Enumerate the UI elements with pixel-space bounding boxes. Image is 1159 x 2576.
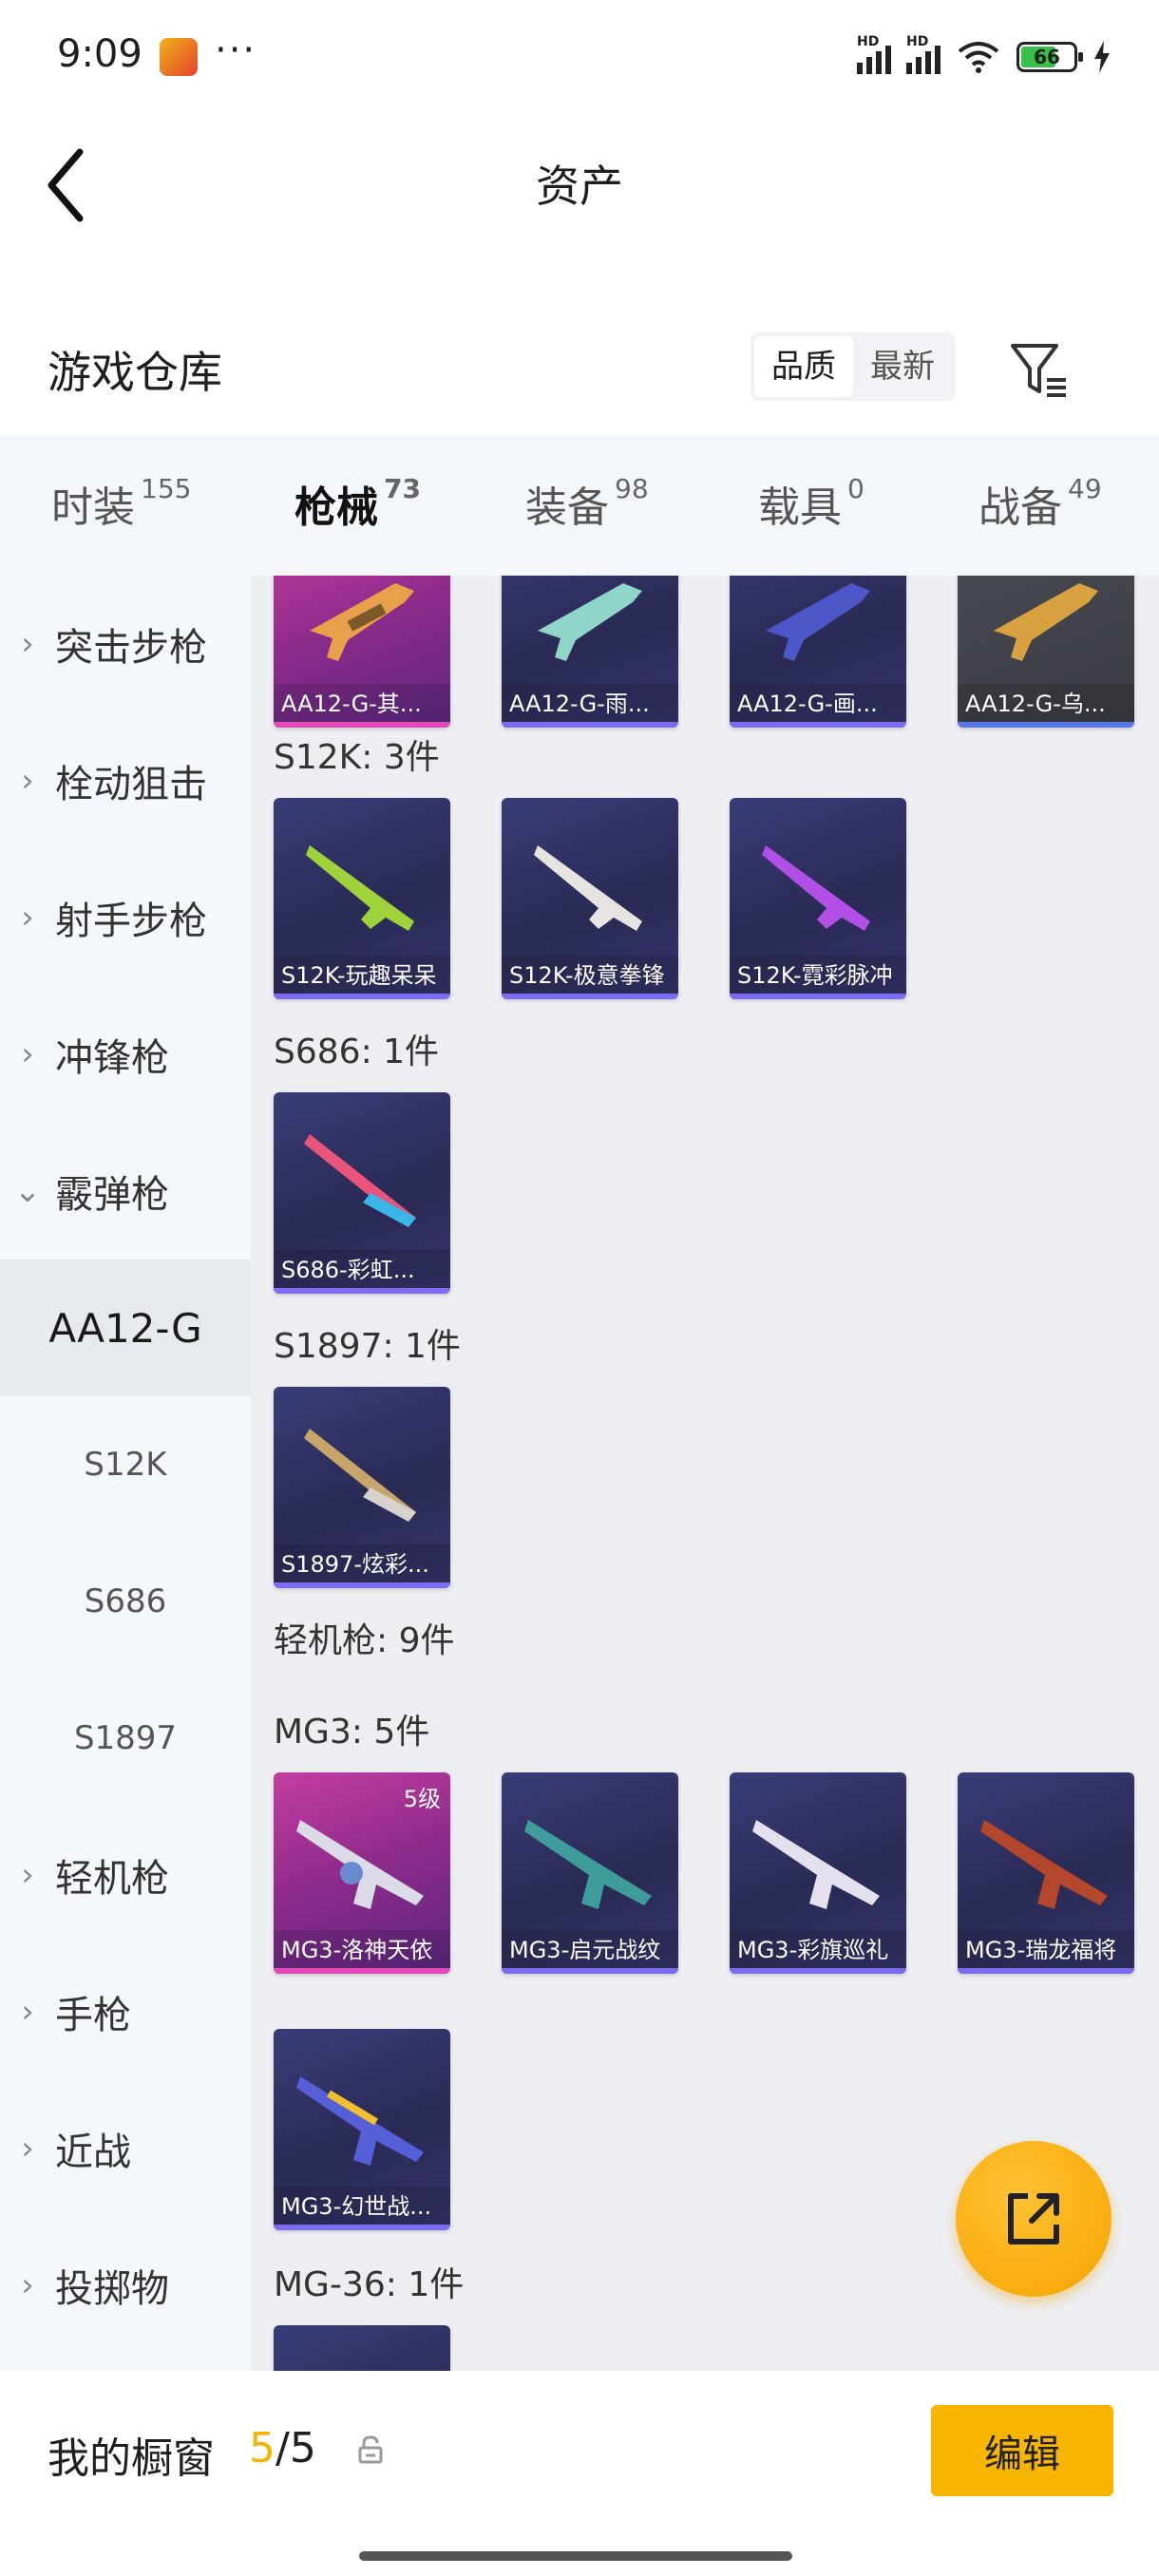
shotgun-icon: [994, 583, 1098, 661]
machine-gun-icon: [752, 1820, 880, 1909]
sidebar-subitem-s1897[interactable]: S1897: [0, 1670, 251, 1807]
weapon-card[interactable]: S12K-霓彩脉冲: [730, 798, 906, 999]
chevron-right-icon: ›: [21, 1856, 34, 1894]
filter-icon[interactable]: [1007, 338, 1070, 401]
sidebar-item-melee[interactable]: › 近战: [0, 2080, 251, 2217]
lock-icon: [358, 2435, 383, 2464]
chevron-right-icon: ›: [21, 1993, 34, 2031]
chevron-right-icon: ›: [21, 899, 34, 937]
sort-toggle: 品质 最新: [750, 332, 956, 401]
machine-gun-icon: [296, 2076, 424, 2166]
chevron-right-icon: ›: [21, 1035, 34, 1073]
weapon-card[interactable]: MG3-彩旗巡礼: [730, 1772, 906, 1974]
weapon-card[interactable]: S1897-炫彩...: [274, 1387, 450, 1588]
weapon-card[interactable]: AA12-G-雨...: [502, 576, 678, 728]
shotgun-icon: [534, 845, 642, 931]
shotgun-icon: [766, 583, 870, 661]
shotgun-icon: [304, 1429, 416, 1522]
weapon-card[interactable]: AA12-G-乌...: [958, 576, 1134, 728]
status-bar: 9:09 ··· HD HD 66: [0, 0, 1159, 104]
share-fab-button[interactable]: [956, 2141, 1112, 2297]
chevron-right-icon: ›: [21, 762, 34, 800]
sidebar-subitem-s12k[interactable]: S12K: [0, 1396, 251, 1533]
showcase-bar: 我的橱窗 5/5 编辑: [0, 2371, 1159, 2576]
section-header-lmg: 轻机枪: 9件: [274, 1621, 455, 1660]
tab-fashion[interactable]: 时装 155: [51, 473, 191, 534]
section-header-s12k: S12K: 3件: [274, 738, 440, 777]
tab-vehicles[interactable]: 载具 0: [758, 473, 864, 534]
sidebar-subitem-s686[interactable]: S686: [0, 1533, 251, 1670]
chevron-right-icon: ›: [21, 2266, 34, 2304]
machine-gun-icon: [980, 1820, 1108, 1909]
sidebar-item-assault-rifle[interactable]: › 突击步枪: [0, 576, 251, 712]
status-more-icon: ···: [215, 28, 257, 72]
sidebar-item-bolt-sniper[interactable]: › 栓动狙击: [0, 712, 251, 849]
showcase-label: 我的橱窗: [48, 2434, 215, 2483]
signal-icon-2: HD: [906, 34, 940, 74]
shotgun-icon: [762, 845, 870, 931]
section-header-s686: S686: 1件: [274, 1032, 440, 1071]
edit-button[interactable]: 编辑: [931, 2405, 1113, 2496]
charging-icon: [1094, 41, 1110, 73]
weapon-card[interactable]: S12K-极意拳锋: [502, 798, 678, 999]
warehouse-label: 游戏仓库: [48, 347, 222, 398]
status-time: 9:09: [57, 32, 142, 76]
weapon-sidebar: › 突击步枪 › 栓动狙击 › 射手步枪 › 冲锋枪 ⌄ 霰弹枪 AA12-G S12K …: [0, 576, 251, 2371]
chevron-right-icon: ›: [21, 2130, 34, 2168]
tab-guns[interactable]: 枪械 73: [294, 473, 421, 585]
shotgun-icon: [306, 845, 414, 931]
section-header-mg36: MG-36: 1件: [274, 2265, 465, 2304]
chevron-down-icon: ⌄: [13, 1172, 42, 1210]
section-header-s1897: S1897: 1件: [274, 1327, 461, 1366]
weapon-card[interactable]: S686-彩虹...: [274, 1092, 450, 1294]
weapon-card[interactable]: MG3-幻世战...: [274, 2029, 450, 2230]
sidebar-item-smg[interactable]: › 冲锋枪: [0, 986, 251, 1123]
page-title: 资产: [536, 161, 623, 212]
chevron-right-icon: ›: [21, 625, 34, 663]
weapon-card[interactable]: [274, 2325, 450, 2371]
battery-icon: 66: [1016, 42, 1083, 72]
weapon-card[interactable]: AA12-G-其...: [274, 576, 450, 728]
shotgun-icon: [310, 583, 414, 661]
home-indicator[interactable]: [359, 2551, 792, 2561]
signal-icon: HD: [857, 34, 891, 74]
showcase-count: 5/5: [249, 2424, 316, 2472]
shotgun-icon: [538, 583, 642, 661]
sort-quality-option[interactable]: 品质: [754, 336, 853, 397]
wifi-icon: [958, 42, 999, 73]
weapon-grid: AA12-G-其... AA12-G-雨... AA12-G-画... AA12…: [251, 576, 1159, 2371]
external-link-icon: [1008, 2193, 1059, 2245]
weapon-card[interactable]: 5级 MG3-洛神天依: [274, 1772, 450, 1974]
tab-combat-gear[interactable]: 战备 49: [978, 473, 1102, 534]
weapon-card[interactable]: S12K-玩趣呆呆: [274, 798, 450, 999]
sidebar-item-throwable[interactable]: › 投掷物: [0, 2217, 251, 2354]
weapon-card[interactable]: MG3-启元战纹: [502, 1772, 678, 1974]
tab-equipment[interactable]: 装备 98: [525, 473, 649, 534]
sort-newest-option[interactable]: 最新: [853, 336, 952, 397]
level-badge: 5级: [403, 1786, 441, 1812]
weapon-card[interactable]: AA12-G-画...: [730, 576, 906, 728]
sidebar-item-lmg[interactable]: › 轻机枪: [0, 1807, 251, 1943]
weapon-card[interactable]: MG3-瑞龙福将: [958, 1772, 1134, 1974]
machine-gun-icon: [524, 1820, 652, 1909]
sidebar-subitem-aa12g[interactable]: AA12-G: [0, 1260, 251, 1396]
category-tabs: 时装 155 枪械 73 装备 98 载具 0 战备 49: [0, 435, 1159, 585]
game-app-icon: [160, 38, 198, 76]
warehouse-row: 游戏仓库 品质 最新: [0, 313, 1159, 427]
page-header: 资产: [0, 104, 1159, 247]
sidebar-item-marksman-rifle[interactable]: › 射手步枪: [0, 849, 251, 986]
sidebar-item-shotgun[interactable]: ⌄ 霰弹枪: [0, 1123, 251, 1260]
section-header-mg3: MG3: 5件: [274, 1713, 430, 1752]
sidebar-item-pistol[interactable]: › 手枪: [0, 1943, 251, 2080]
shotgun-icon: [304, 1134, 416, 1227]
